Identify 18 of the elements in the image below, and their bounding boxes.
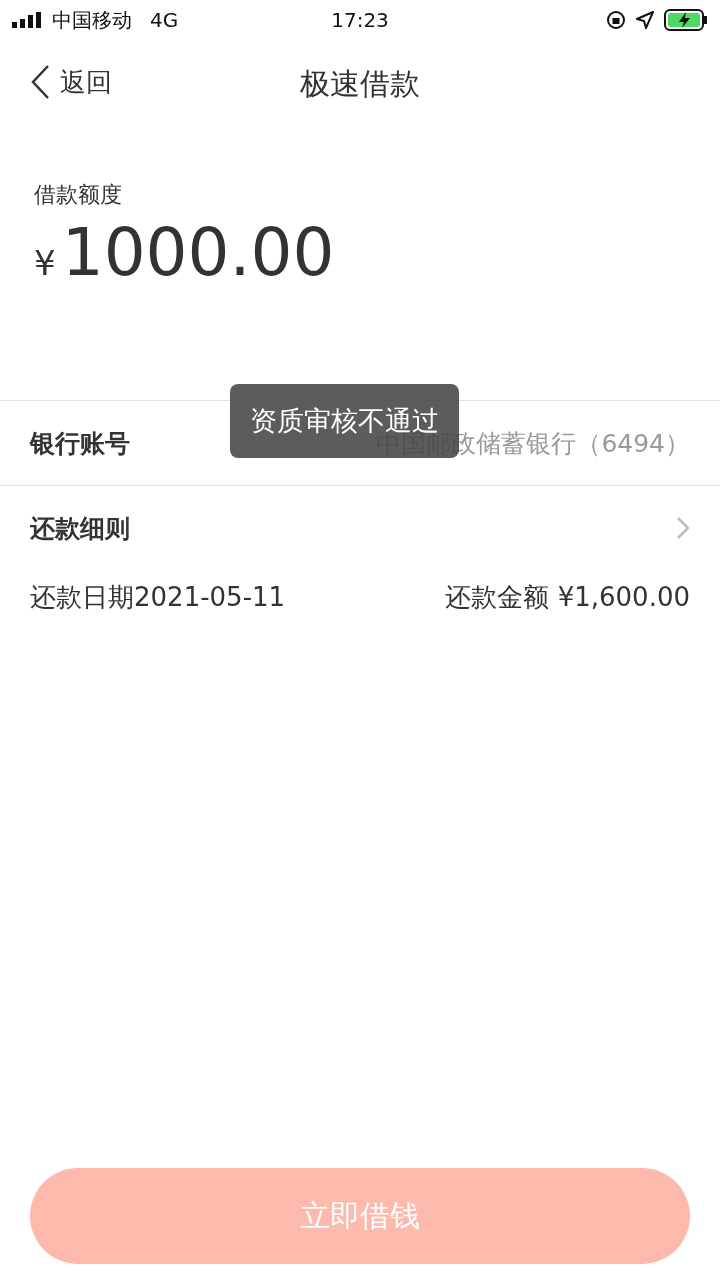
quota-label: 借款额度 <box>34 181 123 209</box>
repayment-amount: 还款金额 ¥1,600.00 <box>445 581 690 614</box>
network-type: 4G <box>150 8 179 32</box>
quota-amount: 1000.00 <box>61 214 335 291</box>
location-icon <box>636 11 654 29</box>
signal-icon <box>12 12 44 28</box>
carrier: 中国移动 <box>52 6 132 34</box>
repayment-date: 还款日期2021-05-11 <box>30 581 286 614</box>
page-title: 极速借款 <box>300 64 420 103</box>
chevron-right-icon <box>676 516 690 540</box>
repayment-rules-label[interactable]: 还款细则 <box>30 511 130 545</box>
rotation-lock-icon <box>606 10 626 30</box>
chevron-left-icon <box>30 64 50 100</box>
clock: 17:23 <box>331 8 389 32</box>
battery-icon <box>664 9 708 31</box>
back-link[interactable]: 返回 <box>30 64 112 100</box>
currency-symbol: ¥ <box>34 243 56 283</box>
bank-label: 银行账号 <box>30 427 130 460</box>
